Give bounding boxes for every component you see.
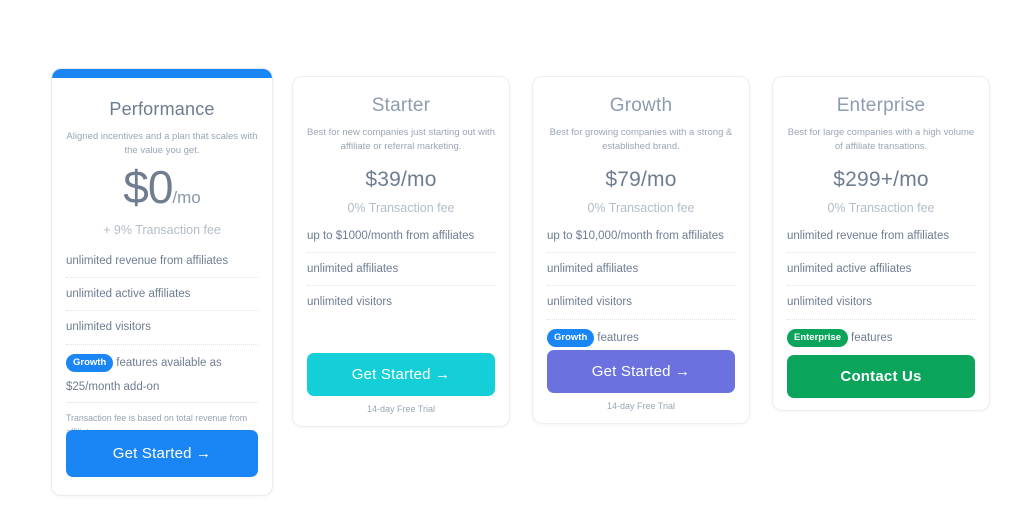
- plan-title-growth: Growth: [609, 95, 673, 116]
- trial-note-starter: 14-day Free Trial: [366, 404, 436, 414]
- feature-list-performance: unlimited revenue from affiliates unlimi…: [66, 254, 258, 382]
- enterprise-badge: Enterprise: [787, 328, 848, 348]
- plan-description-growth: Best for growing companies with a strong…: [549, 127, 733, 152]
- plan-price-starter: $39/mo: [307, 168, 495, 192]
- plan-price-enterprise: $299+/mo: [787, 168, 975, 192]
- price-amount: $0: [123, 160, 173, 213]
- plan-price-growth: $79/mo: [547, 168, 735, 192]
- plan-description-performance: Aligned incentives and a plan that scale…: [66, 131, 258, 156]
- growth-badge-suffix: features: [597, 331, 639, 344]
- contact-us-button-enterprise[interactable]: Contact Us: [787, 355, 975, 398]
- enterprise-badge-suffix: features: [851, 331, 893, 344]
- pricing-card-starter[interactable]: Starter Best for new companies just star…: [292, 76, 510, 427]
- growth-badge: Growth: [547, 328, 595, 348]
- list-item: unlimited active affiliates: [66, 287, 258, 312]
- list-item: unlimited visitors: [787, 295, 975, 320]
- list-item: unlimited revenue from affiliates: [787, 229, 975, 253]
- plan-title-performance: Performance: [109, 99, 215, 119]
- transaction-fee-note-enterprise: 0% Transaction fee: [827, 200, 935, 215]
- plan-title-starter: Starter: [371, 95, 431, 116]
- get-started-button-growth[interactable]: Get Started →: [547, 350, 735, 393]
- pricing-card-growth[interactable]: Growth Best for growing companies with a…: [532, 76, 750, 424]
- get-started-button-starter[interactable]: Get Started →: [307, 353, 495, 396]
- plan-description-starter: Best for new companies just starting out…: [307, 127, 495, 152]
- list-item: unlimited visitors: [66, 320, 258, 345]
- trial-note-growth: 14-day Free Trial: [606, 401, 676, 411]
- plan-price-performance: $0/mo: [66, 164, 258, 210]
- cta-area-growth: Get Started → 14-day Free Trial: [547, 350, 735, 411]
- list-item: unlimited revenue from affiliates: [66, 254, 258, 278]
- plan-title-enterprise: Enterprise: [836, 95, 926, 116]
- list-item: unlimited affiliates: [307, 262, 495, 287]
- plan-description-enterprise: Best for large companies with a high vol…: [787, 127, 975, 152]
- feature-list-starter: up to $1000/month from affiliates unlimi…: [307, 229, 495, 319]
- list-item-addon: Growth features available as: [66, 353, 258, 382]
- price-amount: $299+/mo: [833, 167, 929, 191]
- list-item: up to $10,000/month from affiliates: [547, 229, 735, 253]
- list-item: unlimited affiliates: [547, 262, 735, 287]
- feature-list-enterprise: unlimited revenue from affiliates unlimi…: [787, 229, 975, 357]
- list-item: up to $1000/month from affiliates: [307, 229, 495, 253]
- cta-area-enterprise: Contact Us: [787, 355, 975, 398]
- transaction-fee-note-starter: 0% Transaction fee: [347, 200, 455, 215]
- list-item-badge: Enterprise features: [787, 328, 975, 357]
- list-item: unlimited visitors: [307, 296, 392, 309]
- list-item: unlimited active affiliates: [787, 262, 975, 287]
- feature-list-growth: up to $10,000/month from affiliates unli…: [547, 229, 735, 357]
- growth-badge-suffix: features available as: [116, 356, 222, 369]
- featured-accent-bar: [52, 69, 272, 78]
- growth-badge: Growth: [66, 353, 114, 373]
- cta-area-starter: Get Started → 14-day Free Trial: [307, 353, 495, 414]
- transaction-fee-note-growth: 0% Transaction fee: [587, 200, 695, 215]
- transaction-fee-note-performance: + 9% Transaction fee: [103, 222, 221, 237]
- addon-price-line: $25/month add-on: [66, 381, 258, 404]
- pricing-plans-board: Performance Aligned incentives and a pla…: [0, 0, 1029, 506]
- get-started-button-performance[interactable]: Get Started →: [66, 430, 258, 477]
- pricing-card-enterprise[interactable]: Enterprise Best for large companies with…: [772, 76, 990, 411]
- list-item: unlimited visitors: [547, 295, 735, 320]
- price-amount: $39/mo: [365, 167, 437, 191]
- pricing-card-performance[interactable]: Performance Aligned incentives and a pla…: [51, 68, 273, 496]
- price-period: /mo: [172, 187, 201, 207]
- cta-area-performance: Get Started →: [66, 430, 258, 477]
- price-amount: $79/mo: [605, 167, 677, 191]
